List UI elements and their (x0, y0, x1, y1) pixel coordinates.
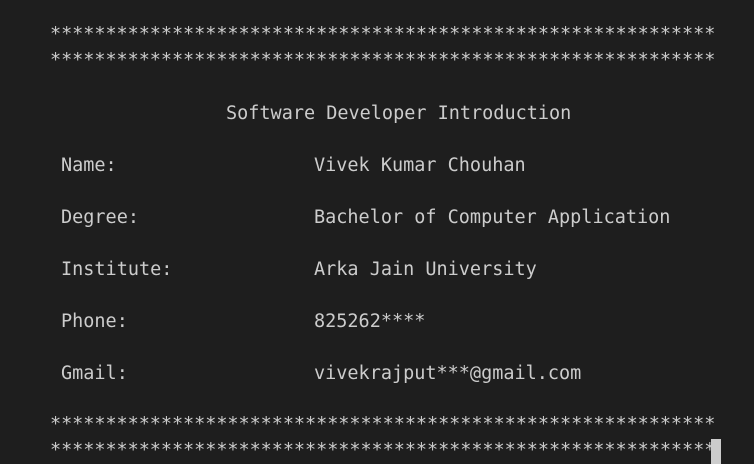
border-line-bottom-2: ****************************************… (50, 440, 716, 461)
phone-value: 825262**** (314, 311, 426, 332)
border-line-top-2: ****************************************… (50, 50, 716, 71)
terminal-cursor (711, 439, 721, 464)
name-label: Name: (61, 155, 117, 176)
terminal-window[interactable]: ****************************************… (0, 0, 754, 464)
degree-label: Degree: (61, 207, 139, 228)
border-line-top-1: ****************************************… (50, 24, 716, 45)
institute-value: Arka Jain University (314, 259, 537, 280)
degree-value: Bachelor of Computer Application (314, 207, 671, 228)
intro-title: Software Developer Introduction (226, 103, 572, 124)
border-line-bottom-1: ****************************************… (50, 414, 716, 435)
institute-label: Institute: (61, 259, 173, 280)
phone-label: Phone: (61, 311, 128, 332)
name-value: Vivek Kumar Chouhan (314, 155, 526, 176)
gmail-label: Gmail: (61, 363, 128, 384)
gmail-value: vivekrajput***@gmail.com (314, 363, 582, 384)
